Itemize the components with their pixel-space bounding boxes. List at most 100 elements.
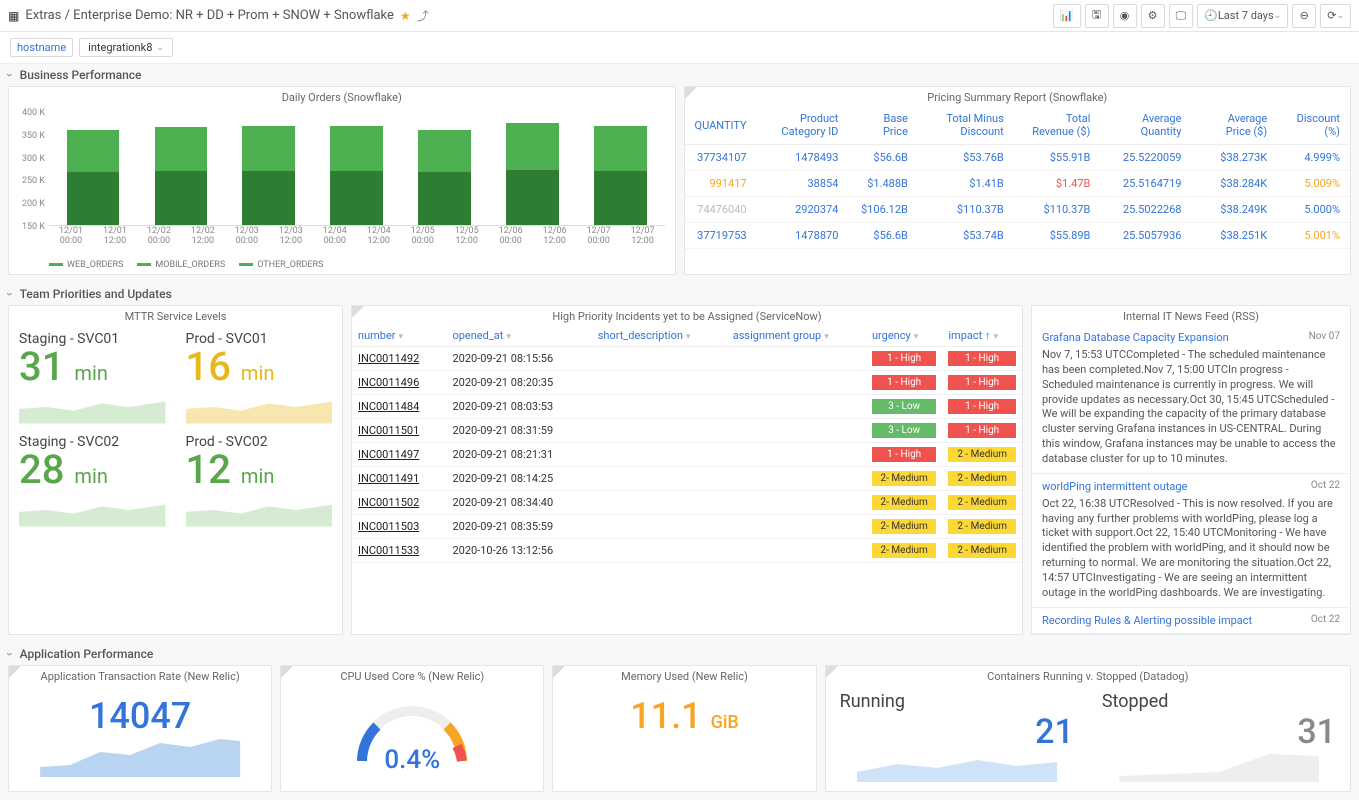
sparkline (1102, 752, 1336, 782)
panel-menu-icon[interactable] (553, 666, 565, 678)
column-header[interactable]: Average Price ($) (1191, 106, 1277, 145)
panel-menu-icon[interactable] (826, 666, 838, 678)
memory-value: 11.1 (630, 695, 701, 737)
breadcrumb[interactable]: Extras / Enterprise Demo: NR + DD + Prom… (25, 8, 394, 23)
column-header[interactable]: Discount (%) (1277, 106, 1350, 145)
table-row: 744760402920374$106.12B$110.37B$110.37B2… (685, 197, 1351, 223)
urgency-badge: 1 - High (872, 351, 936, 366)
incidents-table: number▾opened_at▾short_description▾assig… (352, 325, 1022, 563)
panel-menu-icon[interactable] (352, 306, 364, 318)
panel-pricing-summary: Pricing Summary Report (Snowflake) QUANT… (684, 86, 1352, 275)
mttr-cell: Prod - SVC0212 min (176, 428, 343, 531)
table-row: INC00114842020-09-21 08:03:533 - Low1 - … (352, 395, 1022, 419)
settings-button[interactable]: ⚙ (1141, 4, 1165, 28)
incident-number[interactable]: INC0011503 (352, 515, 446, 539)
column-header[interactable]: number▾ (352, 325, 446, 347)
table-row: INC00115032020-09-21 08:35:592- Medium2 … (352, 515, 1022, 539)
mttr-value: 28 min (19, 450, 166, 490)
transaction-rate-value: 14047 (9, 685, 271, 737)
variable-dropdown[interactable]: integrationk8⌄ (79, 38, 173, 57)
incident-number[interactable]: INC0011501 (352, 419, 446, 443)
impact-badge: 1 - High (948, 423, 1016, 438)
clock-icon[interactable]: ◉ (1113, 4, 1137, 28)
news-date: Oct 22 (1311, 480, 1340, 491)
news-link[interactable]: Grafana Database Capacity Expansion (1042, 331, 1229, 344)
variable-value: integrationk8 (88, 41, 152, 54)
panel-mttr: MTTR Service Levels Staging - SVC0131 mi… (8, 305, 343, 635)
mttr-cell: Prod - SVC0116 min (176, 325, 343, 428)
urgency-badge: 2- Medium (872, 543, 936, 558)
urgency-badge: 2- Medium (872, 471, 936, 486)
column-header[interactable]: urgency▾ (866, 325, 942, 347)
impact-badge: 1 - High (948, 375, 1016, 390)
incident-number[interactable]: INC0011484 (352, 395, 446, 419)
panel-menu-icon[interactable] (281, 666, 293, 678)
urgency-badge: 3 - Low (872, 423, 936, 438)
news-link[interactable]: worldPing intermittent outage (1042, 480, 1187, 493)
tv-mode-button[interactable]: 🖵 (1169, 4, 1194, 28)
mttr-value: 12 min (186, 450, 333, 490)
table-row: 99141738854$1.488B$1.41B$1.47B25.5164719… (685, 171, 1351, 197)
column-header[interactable]: Total Minus Discount (918, 106, 1014, 145)
mttr-value: 31 min (19, 347, 166, 387)
column-header[interactable]: Total Revenue ($) (1014, 106, 1101, 145)
time-range-picker[interactable]: 🕘 Last 7 days ⌄ (1197, 4, 1288, 28)
top-bar: ▦ Extras / Enterprise Demo: NR + DD + Pr… (0, 0, 1359, 32)
mttr-cell: Staging - SVC0228 min (9, 428, 176, 531)
sparkline (840, 752, 1074, 782)
panel-menu-icon[interactable] (9, 666, 21, 678)
table-row: INC00115022020-09-21 08:34:402- Medium2 … (352, 491, 1022, 515)
refresh-button[interactable]: ⟳ ⌄ (1320, 4, 1351, 28)
table-row: INC00114912020-09-21 08:14:252- Medium2 … (352, 467, 1022, 491)
share-icon[interactable]: ⤴ (417, 7, 429, 24)
row-team-priorities[interactable]: Team Priorities and Updates (0, 283, 1359, 305)
save-button[interactable]: 🖫 (1085, 4, 1109, 28)
memory-unit: GiB (711, 712, 739, 733)
incident-number[interactable]: INC0011492 (352, 347, 446, 371)
panel-title: Pricing Summary Report (Snowflake) (685, 87, 1351, 106)
zoom-out-button[interactable]: ⊖ (1292, 4, 1316, 28)
column-header[interactable]: assignment group▾ (727, 325, 866, 347)
panel-containers: Containers Running v. Stopped (Datadog) … (825, 665, 1351, 792)
table-row: INC00114922020-09-21 08:15:561 - High1 -… (352, 347, 1022, 371)
impact-badge: 1 - High (948, 351, 1016, 366)
star-icon[interactable]: ★ (400, 9, 411, 23)
time-range-label: Last 7 days (1218, 9, 1274, 22)
impact-badge: 1 - High (948, 399, 1016, 414)
news-date: Oct 22 (1311, 614, 1340, 625)
panel-title: MTTR Service Levels (9, 306, 342, 325)
column-header[interactable]: QUANTITY (685, 106, 757, 145)
incident-number[interactable]: INC0011497 (352, 443, 446, 467)
variable-row: hostname integrationk8⌄ (0, 32, 1359, 64)
incident-number[interactable]: INC0011502 (352, 491, 446, 515)
incident-number[interactable]: INC0011496 (352, 371, 446, 395)
news-item: Grafana Database Capacity ExpansionNov 0… (1032, 325, 1350, 474)
column-header[interactable]: Base Price (848, 106, 918, 145)
incident-number[interactable]: INC0011491 (352, 467, 446, 491)
column-header[interactable]: Average Quantity (1100, 106, 1191, 145)
table-row: INC00115332020-10-26 13:12:562- Medium2 … (352, 539, 1022, 563)
urgency-badge: 1 - High (872, 375, 936, 390)
panel-incidents: High Priority Incidents yet to be Assign… (351, 305, 1023, 635)
stopped-label: Stopped (1102, 691, 1336, 712)
panel-menu-icon[interactable] (685, 87, 697, 99)
column-header[interactable]: Product Category ID (757, 106, 849, 145)
panel-title: Containers Running v. Stopped (Datadog) (826, 666, 1350, 685)
news-item: Recording Rules & Alerting possible impa… (1032, 608, 1350, 634)
panel-news: Internal IT News Feed (RSS) Grafana Data… (1031, 305, 1351, 635)
sparkline (9, 737, 271, 777)
impact-badge: 2 - Medium (948, 519, 1016, 534)
row-application-performance[interactable]: Application Performance (0, 643, 1359, 665)
row-business-performance[interactable]: Business Performance (0, 64, 1359, 86)
table-row: 377341071478493$56.6B$53.76B$55.91B25.52… (685, 145, 1351, 171)
dashboard-icon: ▦ (8, 9, 19, 23)
add-panel-button[interactable]: 📊 (1053, 4, 1081, 28)
incident-number[interactable]: INC0011533 (352, 539, 446, 563)
column-header[interactable]: short_description▾ (592, 325, 727, 347)
column-header[interactable]: opened_at▾ (446, 325, 591, 347)
panel-title: Daily Orders (Snowflake) (9, 87, 675, 106)
urgency-badge: 2- Medium (872, 519, 936, 534)
column-header[interactable]: impact ↑▾ (942, 325, 1022, 347)
daily-orders-chart[interactable]: 400 K350 K300 K250 K200 K150 K 12/01 00:… (9, 106, 675, 256)
urgency-badge: 1 - High (872, 447, 936, 462)
